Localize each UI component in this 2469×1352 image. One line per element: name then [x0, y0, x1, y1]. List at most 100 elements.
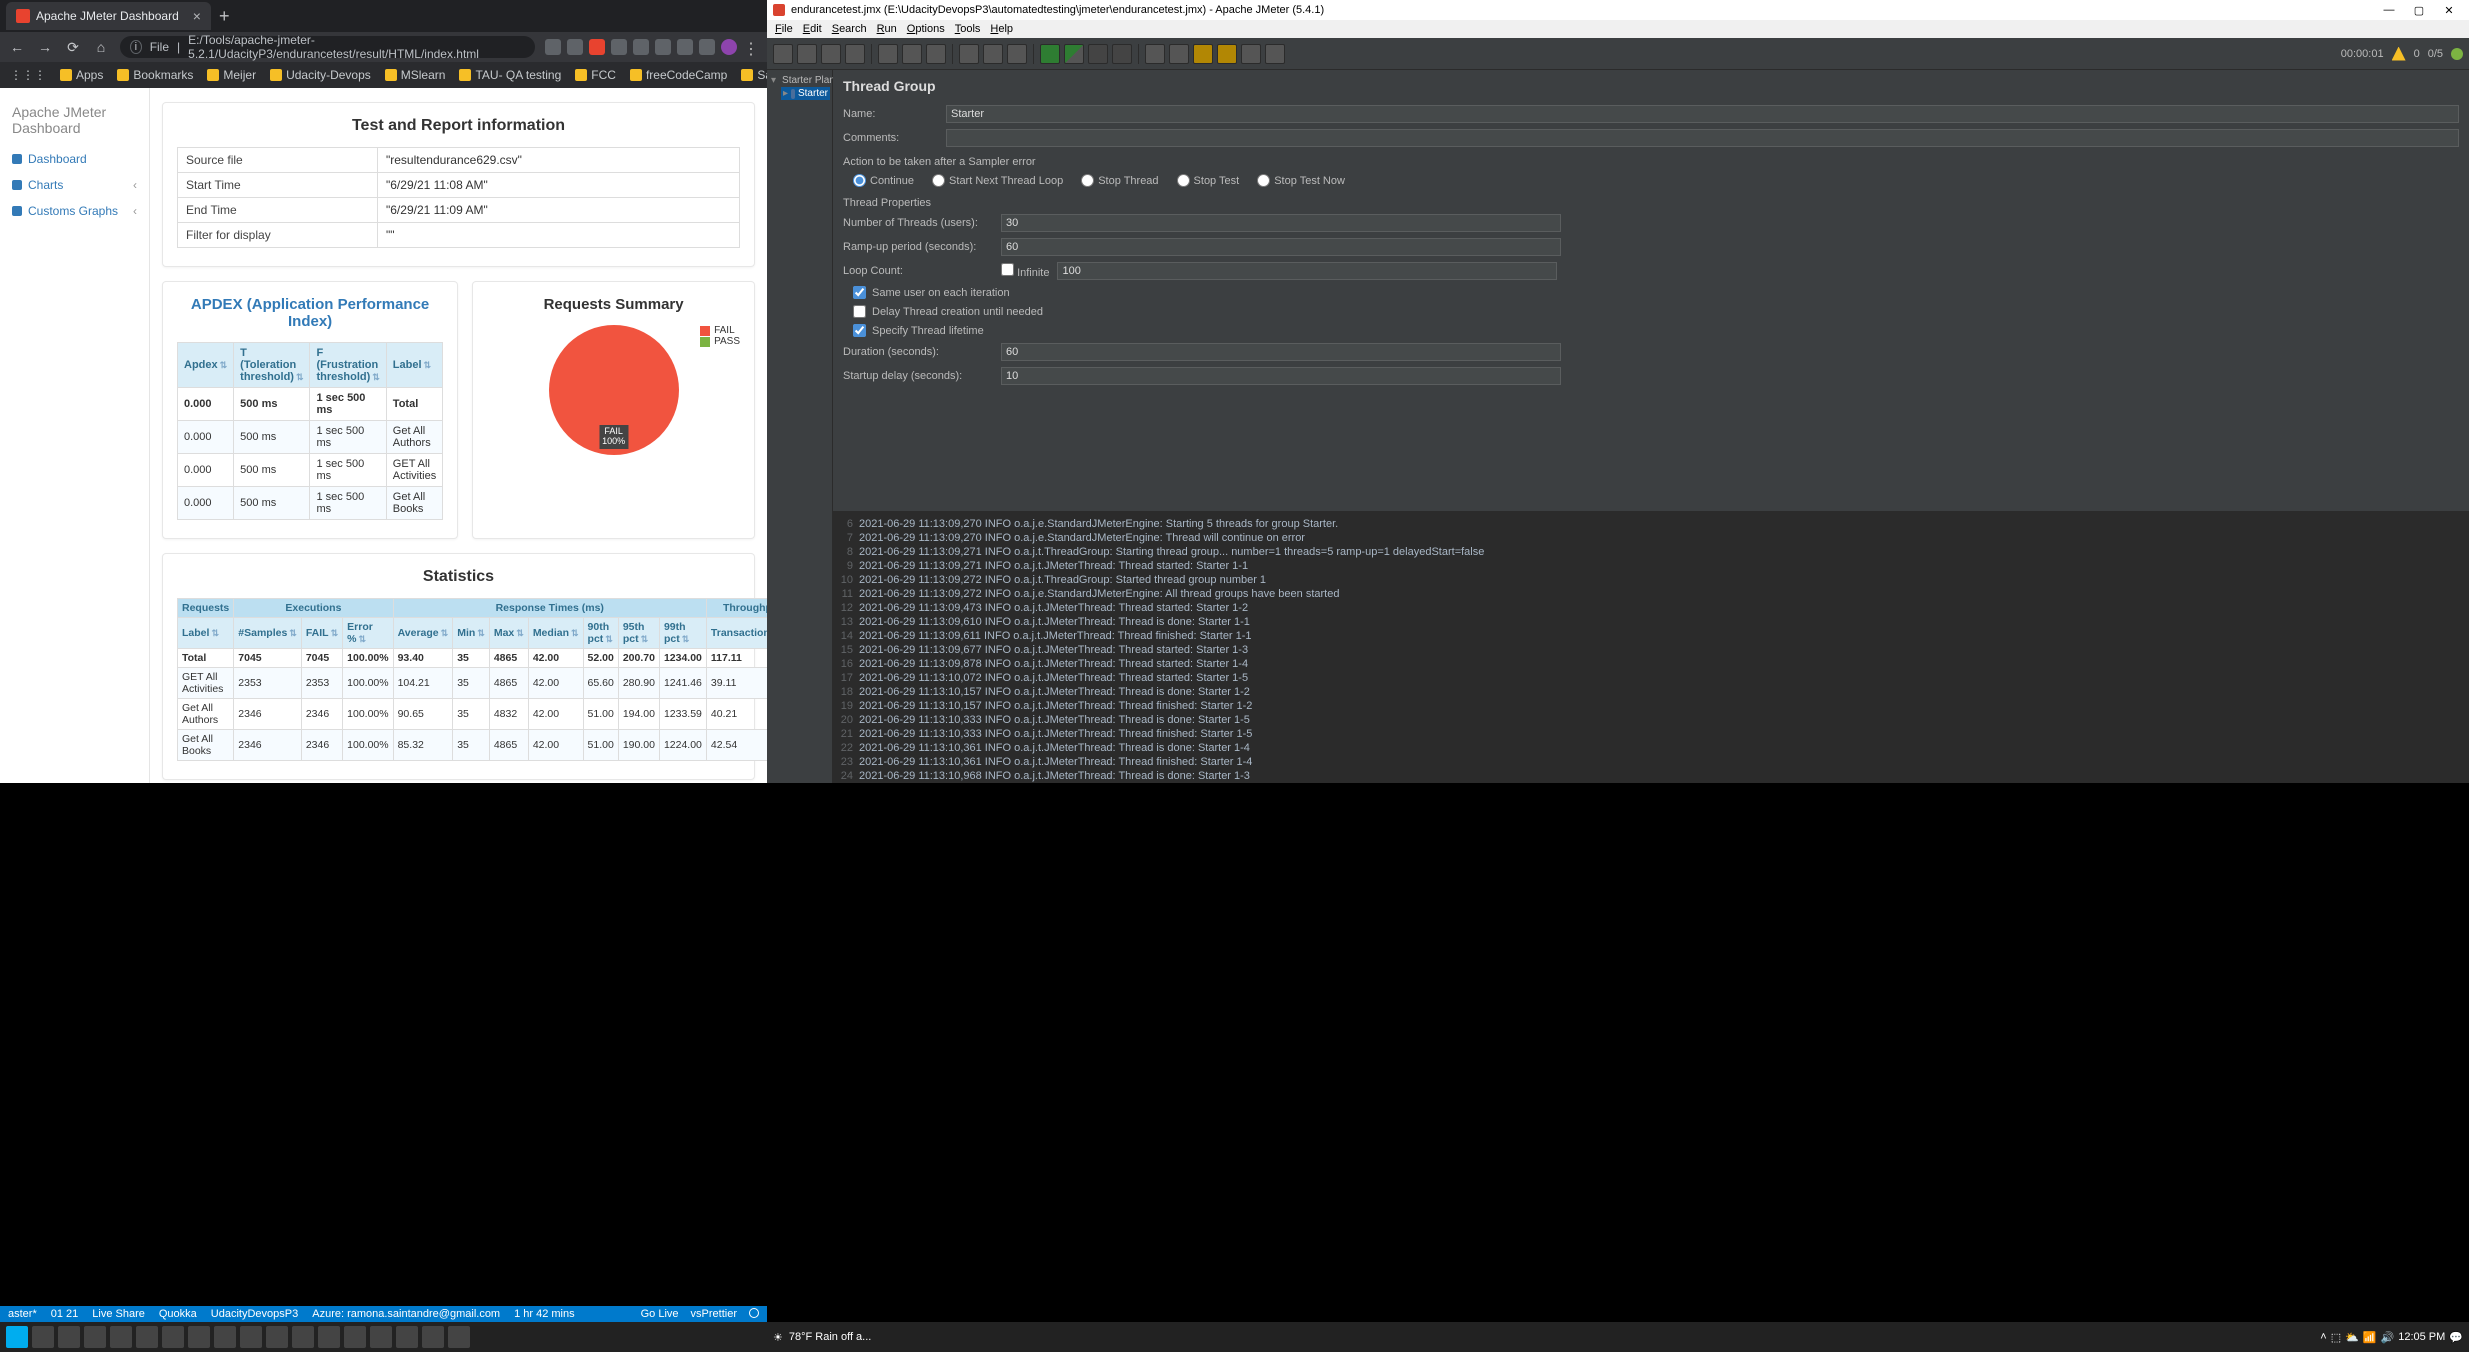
stats-col[interactable]: 99th pct⇅	[659, 618, 706, 649]
vscode-status-item[interactable]: 1 hr 42 mins	[514, 1308, 575, 1320]
function-helper-icon[interactable]	[1241, 44, 1261, 64]
forward-button[interactable]: →	[36, 39, 54, 55]
tray-icon[interactable]: ⬚	[2331, 1331, 2341, 1344]
back-button[interactable]: ←	[8, 39, 26, 55]
bookmark-item[interactable]: freeCodeCamp	[630, 68, 727, 82]
taskbar-app[interactable]	[396, 1326, 418, 1348]
paste-icon[interactable]	[926, 44, 946, 64]
taskbar-app[interactable]	[110, 1326, 132, 1348]
stats-col[interactable]: 95th pct⇅	[618, 618, 659, 649]
ext-icon[interactable]	[611, 39, 627, 55]
name-input[interactable]	[946, 105, 2459, 123]
bookmark-item[interactable]: FCC	[575, 68, 616, 82]
tray-icon[interactable]: ⛅	[2345, 1331, 2359, 1344]
radio-stop-thread[interactable]: Stop Thread	[1081, 174, 1158, 187]
tray-chevron-icon[interactable]: ˄	[2320, 1331, 2326, 1343]
stats-col[interactable]: Label⇅	[178, 618, 234, 649]
radio-start-next-thread-loop[interactable]: Start Next Thread Loop	[932, 174, 1063, 187]
vscode-status-item[interactable]: vsPrettier	[691, 1308, 737, 1320]
site-info-icon[interactable]: i	[130, 40, 142, 54]
maximize-button[interactable]: ▢	[2405, 4, 2433, 17]
apdex-col[interactable]: Label⇅	[386, 343, 442, 388]
new-tab-button[interactable]: +	[219, 6, 230, 27]
radio-stop-test-now[interactable]: Stop Test Now	[1257, 174, 1345, 187]
stats-col[interactable]: Max⇅	[489, 618, 528, 649]
apps-button[interactable]: ⋮⋮⋮	[10, 68, 46, 82]
taskbar-app[interactable]	[266, 1326, 288, 1348]
stats-col[interactable]: Average⇅	[393, 618, 453, 649]
menu-tools[interactable]: Tools	[951, 23, 985, 35]
same-user-check[interactable]	[853, 286, 866, 299]
ext-icon[interactable]	[655, 39, 671, 55]
radio-stop-test[interactable]: Stop Test	[1177, 174, 1240, 187]
taskbar-app[interactable]	[188, 1326, 210, 1348]
help-icon[interactable]	[1265, 44, 1285, 64]
taskbar-app[interactable]	[292, 1326, 314, 1348]
num-threads-input[interactable]	[1001, 214, 1561, 232]
comments-input[interactable]	[946, 129, 2459, 147]
ext-icon[interactable]	[545, 39, 561, 55]
cut-icon[interactable]	[878, 44, 898, 64]
tray-notifications-icon[interactable]: 💬	[2449, 1331, 2463, 1344]
bookmark-item[interactable]: Apps	[60, 68, 103, 82]
tray-wifi-icon[interactable]: 📶	[2363, 1331, 2377, 1344]
apdex-col[interactable]: F (Frustration threshold)⇅	[310, 343, 386, 388]
start-icon[interactable]	[1040, 44, 1060, 64]
vscode-status-item[interactable]: Live Share	[92, 1308, 145, 1320]
ramp-input[interactable]	[1001, 238, 1561, 256]
collapse-icon[interactable]	[983, 44, 1003, 64]
menu-file[interactable]: File	[771, 23, 797, 35]
reload-button[interactable]: ⟳	[64, 39, 82, 56]
vscode-status-item[interactable]: aster*	[8, 1308, 37, 1320]
infinite-check[interactable]: Infinite	[1001, 263, 1049, 279]
stats-col[interactable]: #Samples⇅	[234, 618, 302, 649]
nav-customs[interactable]: Customs Graphs	[0, 198, 149, 224]
stop-icon[interactable]	[1088, 44, 1108, 64]
vscode-status-item[interactable]: Go Live	[641, 1308, 679, 1320]
radio-continue[interactable]: Continue	[853, 174, 914, 187]
bookmark-item[interactable]: Meijer	[207, 68, 256, 82]
minimize-button[interactable]: —	[2375, 4, 2403, 17]
menu-options[interactable]: Options	[903, 23, 949, 35]
ext-icon[interactable]	[589, 39, 605, 55]
vscode-status-item[interactable]: Azure: ramona.saintandre@gmail.com	[312, 1308, 500, 1320]
apdex-col[interactable]: Apdex⇅	[178, 343, 234, 388]
expand-icon[interactable]	[959, 44, 979, 64]
taskbar-app[interactable]	[448, 1326, 470, 1348]
taskbar-app[interactable]	[318, 1326, 340, 1348]
vscode-status-item[interactable]: 01 21	[51, 1308, 79, 1320]
menu-help[interactable]: Help	[986, 23, 1017, 35]
ext-icon[interactable]	[633, 39, 649, 55]
test-plan-tree[interactable]: ▾Starter Plan ▸Starter	[767, 70, 833, 783]
close-button[interactable]: ✕	[2435, 4, 2463, 17]
home-button[interactable]: ⌂	[92, 39, 110, 55]
tray-clock[interactable]: 12:05 PM	[2398, 1331, 2445, 1343]
stats-col[interactable]: 90th pct⇅	[583, 618, 618, 649]
vscode-status-item[interactable]: Quokka	[159, 1308, 197, 1320]
bookmark-item[interactable]: Bookmarks	[117, 68, 193, 82]
warning-icon[interactable]	[2392, 47, 2406, 61]
nav-charts[interactable]: Charts	[0, 172, 149, 198]
open-icon[interactable]	[821, 44, 841, 64]
duration-input[interactable]	[1001, 343, 1561, 361]
taskbar-app[interactable]	[162, 1326, 184, 1348]
profile-avatar-icon[interactable]	[721, 39, 737, 55]
startup-input[interactable]	[1001, 367, 1561, 385]
ext-icon[interactable]	[677, 39, 693, 55]
templates-icon[interactable]	[797, 44, 817, 64]
stats-col[interactable]: Transactions/s⇅	[706, 618, 767, 649]
taskbar-app[interactable]	[214, 1326, 236, 1348]
weather-widget[interactable]: ☀ 78°F Rain off a...	[773, 1331, 871, 1344]
bookmark-item[interactable]: Sauce Labs | Autom...	[741, 68, 767, 82]
stats-col[interactable]: Median⇅	[528, 618, 583, 649]
delay-create-check[interactable]	[853, 305, 866, 318]
search-icon[interactable]	[32, 1326, 54, 1348]
shutdown-icon[interactable]	[1112, 44, 1132, 64]
save-icon[interactable]	[845, 44, 865, 64]
taskbar-app[interactable]	[240, 1326, 262, 1348]
toggle-icon[interactable]	[1007, 44, 1027, 64]
ext-icon[interactable]	[567, 39, 583, 55]
taskbar-app[interactable]	[84, 1326, 106, 1348]
chrome-menu-icon[interactable]: ⋮	[743, 39, 759, 55]
apdex-col[interactable]: T (Toleration threshold)⇅	[234, 343, 310, 388]
